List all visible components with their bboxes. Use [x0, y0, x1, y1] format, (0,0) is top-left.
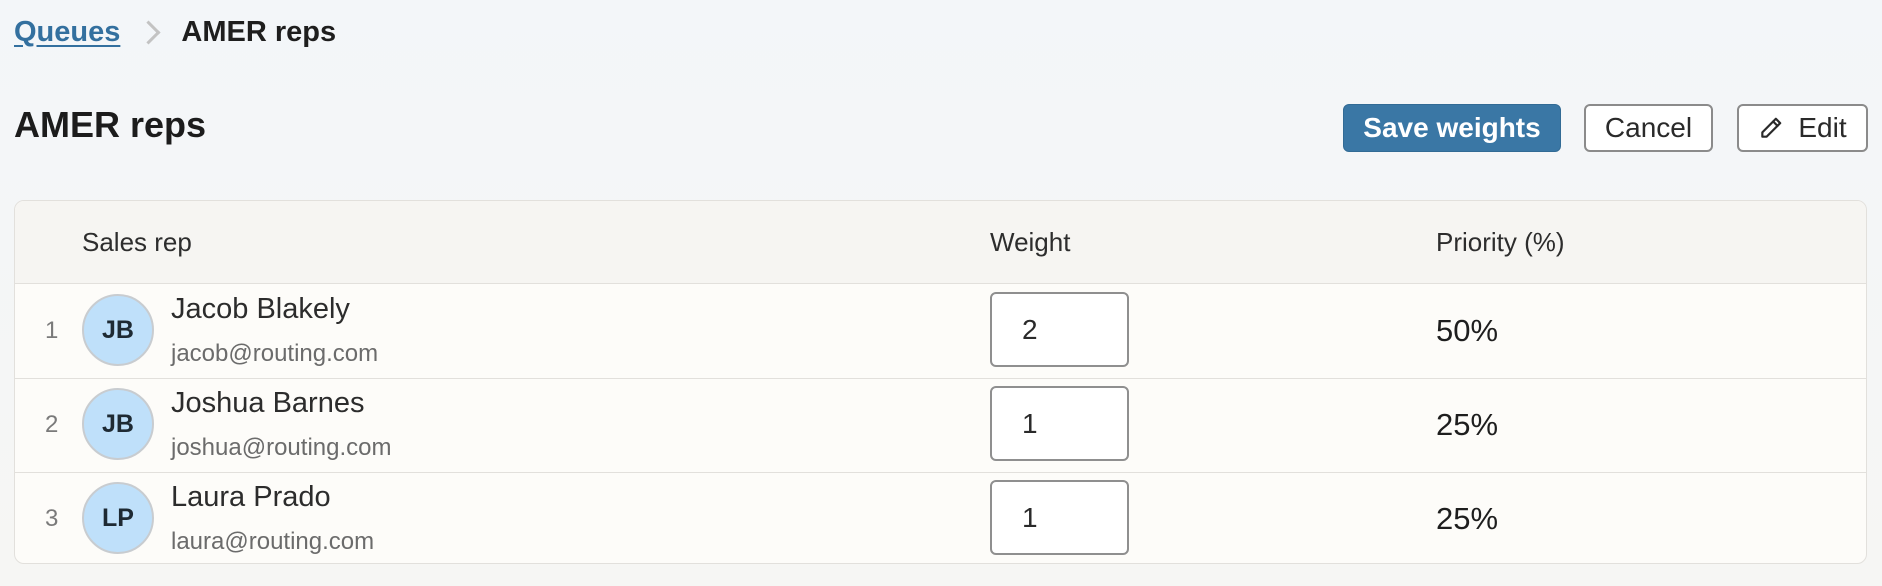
priority-value: 25%: [1436, 407, 1499, 442]
rep-name: Joshua Barnes: [171, 387, 365, 419]
priority-value: 50%: [1436, 313, 1499, 348]
avatar: JB: [82, 294, 154, 366]
save-weights-button[interactable]: Save weights: [1343, 104, 1561, 152]
rep-name: Laura Prado: [171, 481, 331, 513]
edit-button[interactable]: Edit: [1737, 104, 1868, 152]
rep-name: Jacob Blakely: [171, 293, 350, 325]
rep-email: jacob@routing.com: [171, 340, 379, 367]
table-row: 2 JB Joshua Barnes joshua@routing.com 25…: [15, 378, 1866, 473]
row-number: 2: [45, 411, 59, 438]
edit-button-label: Edit: [1798, 112, 1847, 143]
breadcrumb: Queues AMER reps: [14, 10, 336, 54]
table-row: 1 JB Jacob Blakely jacob@routing.com 50%: [15, 284, 1866, 379]
breadcrumb-link-queues[interactable]: Queues: [14, 16, 120, 49]
weight-input[interactable]: [990, 480, 1129, 555]
rep-email: laura@routing.com: [171, 528, 375, 555]
weight-input[interactable]: [990, 292, 1129, 367]
page-title: AMER reps: [14, 104, 207, 145]
sales-reps-table: Sales rep Weight Priority (%) 1 JB Jacob…: [14, 200, 1867, 564]
avatar: JB: [82, 388, 154, 460]
priority-value: 25%: [1436, 501, 1499, 536]
column-header-priority: Priority (%): [1436, 227, 1565, 257]
rep-email: joshua@routing.com: [171, 434, 392, 461]
row-number: 1: [45, 317, 59, 344]
breadcrumb-current: AMER reps: [181, 15, 337, 48]
pencil-icon: [1758, 115, 1784, 141]
table-header: Sales rep Weight Priority (%): [15, 201, 1866, 284]
weight-input[interactable]: [990, 386, 1129, 461]
cancel-button[interactable]: Cancel: [1584, 104, 1713, 152]
avatar: LP: [82, 482, 154, 554]
table-row: 3 LP Laura Prado laura@routing.com 25%: [15, 472, 1866, 563]
column-header-weight: Weight: [990, 227, 1071, 257]
column-header-sales-rep: Sales rep: [82, 227, 192, 257]
chevron-right-icon: [136, 19, 161, 45]
row-number: 3: [45, 505, 59, 532]
